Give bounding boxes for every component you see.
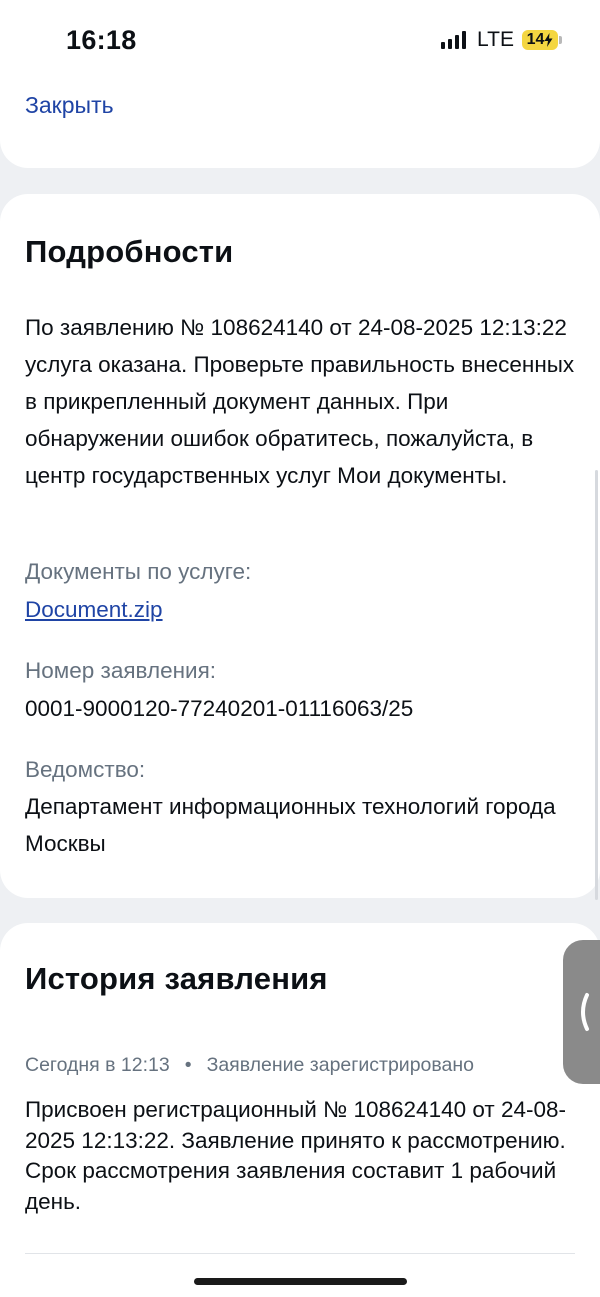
- scroll-indicator: [595, 470, 598, 900]
- status-bar: 16:18 LTE 14: [0, 0, 600, 80]
- documents-label: Документы по услуге:: [25, 559, 252, 584]
- network-type: LTE: [477, 28, 514, 51]
- charging-bolt-icon: [544, 33, 553, 47]
- agency-value: Департамент информационных технологий го…: [25, 794, 556, 856]
- meta-separator: •: [184, 1054, 192, 1076]
- battery-charging-icon: 14: [522, 30, 562, 50]
- close-button[interactable]: Закрыть: [25, 92, 114, 119]
- history-title: История заявления: [25, 961, 328, 996]
- home-indicator[interactable]: [194, 1278, 407, 1285]
- divider: [25, 1253, 575, 1254]
- history-entry-time: Сегодня в 12:13: [25, 1054, 170, 1076]
- document-download-link[interactable]: Document.zip: [25, 591, 575, 628]
- agency-label: Ведомство:: [25, 757, 146, 782]
- status-indicators: LTE 14: [441, 28, 562, 52]
- details-card: Подробности По заявлению № 108624140 от …: [0, 194, 600, 898]
- history-entry-status: Заявление зарегистрировано: [206, 1054, 474, 1076]
- application-number-value: 0001-9000120-77240201-01116063/25: [25, 696, 414, 721]
- chevron-left-icon: [581, 993, 589, 1031]
- history-card: История заявления Сегодня в 12:13 • Заявле…: [0, 923, 600, 1297]
- application-number-label: Номер заявления:: [25, 658, 217, 683]
- signal-bars-icon: [441, 31, 467, 49]
- details-title: Подробности: [25, 234, 234, 269]
- header-card: Закрыть: [0, 80, 600, 168]
- history-entry-text: Присвоен регистрационный № 108624140 от …: [25, 1097, 566, 1214]
- status-time: 16:18: [66, 25, 137, 55]
- battery-level: 14: [526, 31, 545, 48]
- history-entry-meta: Сегодня в 12:13 • Заявление зарегистрирова…: [25, 1054, 474, 1077]
- details-description: По заявлению № 108624140 от 24-08-2025 1…: [25, 315, 575, 488]
- side-panel-handle[interactable]: [563, 940, 600, 1084]
